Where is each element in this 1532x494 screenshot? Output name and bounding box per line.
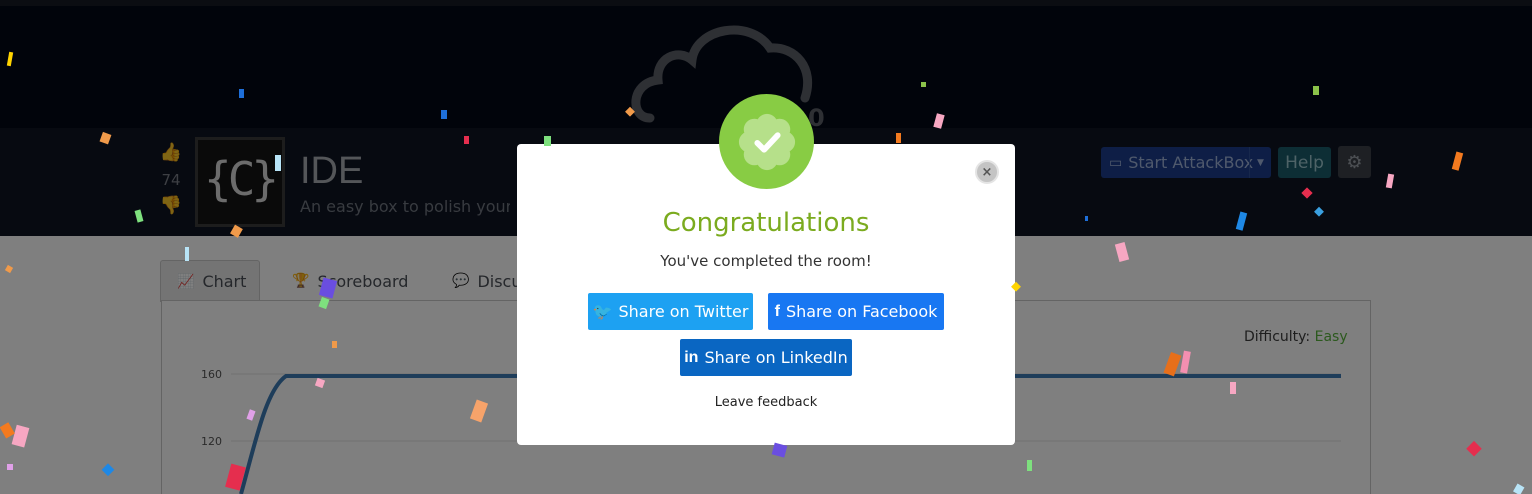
modal-subtitle: You've completed the room!	[660, 252, 872, 270]
facebook-icon: f	[774, 302, 780, 320]
share-twitter-label: Share on Twitter	[618, 302, 749, 321]
check-flower-icon	[738, 113, 795, 170]
share-facebook-label: Share on Facebook	[785, 302, 938, 321]
linkedin-icon: in	[684, 348, 699, 366]
modal-title: Congratulations	[662, 208, 870, 238]
share-twitter-button[interactable]: 🐦 Share on Twitter	[588, 293, 753, 330]
completion-badge-icon	[719, 94, 814, 189]
share-linkedin-label: Share on LinkedIn	[704, 348, 848, 367]
share-linkedin-button[interactable]: in Share on LinkedIn	[680, 339, 852, 376]
close-icon[interactable]: ×	[975, 160, 999, 184]
twitter-icon: 🐦	[592, 303, 613, 321]
share-facebook-button[interactable]: f Share on Facebook	[768, 293, 944, 330]
leave-feedback-link[interactable]: Leave feedback	[517, 395, 1015, 410]
